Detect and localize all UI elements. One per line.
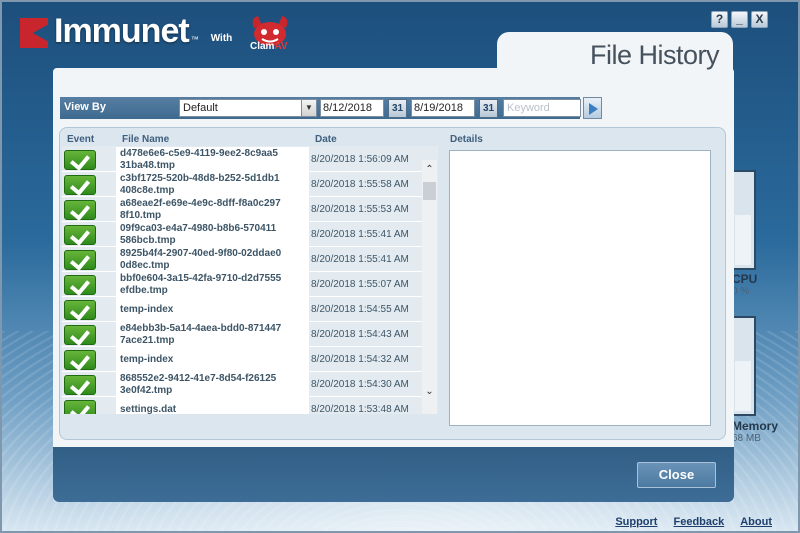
feedback-link[interactable]: Feedback <box>673 516 724 528</box>
list-scrollbar[interactable]: ⌃ ⌄ <box>422 160 437 414</box>
file-name-line-1: e84ebb3b-5a14-4aea-bdd0-871447 <box>120 323 282 334</box>
from-calendar-icon[interactable]: 31 <box>388 99 407 118</box>
table-row[interactable]: 868552e2-9412-41e7-8d54-f26125 3e0f42.tmp… <box>62 372 422 397</box>
view-by-label: View By <box>64 101 106 113</box>
file-name-line-2: 586bcb.tmp <box>120 235 176 246</box>
memory-label: Memory <box>732 419 779 433</box>
checkmark-icon <box>64 225 96 245</box>
file-name-line-1: 8925b4f4-2907-40ed-9f80-02ddae0 <box>120 248 282 259</box>
file-name-line-1: 09f9ca03-e4a7-4980-b8b6-570411 <box>120 223 277 234</box>
clamav-label-av: AV <box>274 41 288 52</box>
view-by-select[interactable]: Default ▼ <box>179 99 317 117</box>
file-name-line-2: 8f10.tmp <box>120 210 162 221</box>
scroll-down-icon[interactable]: ⌄ <box>424 386 435 397</box>
help-button[interactable]: ? <box>711 11 728 28</box>
table-row[interactable]: settings.dat 8/20/2018 1:53:48 AM <box>62 397 422 414</box>
footer-links: Support Feedback About <box>615 516 772 528</box>
file-date: 8/20/2018 1:54:55 AM <box>311 304 409 315</box>
cpu-gauge-fill <box>735 215 751 265</box>
file-name-line-1: 868552e2-9412-41e7-8d54-f26125 <box>120 373 277 384</box>
checkmark-icon <box>64 350 96 370</box>
checkmark-icon <box>64 150 96 170</box>
view-by-value: Default <box>183 102 218 114</box>
dialog-title: File History <box>590 40 720 70</box>
logo-trademark: ™ <box>190 35 199 44</box>
file-date: 8/20/2018 1:54:30 AM <box>311 379 409 390</box>
dialog-footer <box>53 447 734 502</box>
file-name-line-2: 7ace21.tmp <box>120 335 175 346</box>
chevron-down-icon[interactable]: ▼ <box>301 100 316 116</box>
close-button[interactable]: Close <box>637 462 716 488</box>
file-name-line-1: c3bf1725-520b-48d8-b252-5d1db1 <box>120 173 280 184</box>
file-date: 8/20/2018 1:55:07 AM <box>311 279 409 290</box>
checkmark-icon <box>64 375 96 395</box>
file-name-line-1: settings.dat <box>120 404 177 414</box>
scroll-up-icon[interactable]: ⌃ <box>424 164 435 175</box>
file-name-line-1: d478e6e6-c5e9-4119-9ee2-8c9aa5 <box>120 148 278 159</box>
keyword-input[interactable]: Keyword <box>503 99 581 117</box>
column-header-event[interactable]: Event <box>67 134 94 145</box>
memory-value: 68 MB <box>732 433 761 444</box>
file-date: 8/20/2018 1:55:53 AM <box>311 204 409 215</box>
checkmark-icon <box>64 250 96 270</box>
search-go-icon[interactable] <box>583 97 602 119</box>
file-name-line-1: a68eae2f-e69e-4e9c-8dff-f8a0c297 <box>120 198 281 209</box>
file-date: 8/20/2018 1:55:58 AM <box>311 179 409 190</box>
file-date: 8/20/2018 1:53:48 AM <box>311 404 409 414</box>
checkmark-icon <box>64 175 96 195</box>
checkmark-icon <box>64 300 96 320</box>
file-name-line-2: efdbe.tmp <box>120 285 168 296</box>
file-name-line-1: bbf0e604-3a15-42fa-9710-d2d7555 <box>120 273 282 284</box>
file-date: 8/20/2018 1:56:09 AM <box>311 154 409 165</box>
checkmark-icon <box>64 400 96 414</box>
table-row[interactable]: temp-index 8/20/2018 1:54:32 AM <box>62 347 422 372</box>
close-window-button[interactable]: X <box>751 11 768 28</box>
file-date: 8/20/2018 1:55:41 AM <box>311 254 409 265</box>
table-row[interactable]: e84ebb3b-5a14-4aea-bdd0-871447 7ace21.tmp… <box>62 322 422 347</box>
clamav-label: ClamAV <box>250 41 288 52</box>
to-calendar-icon[interactable]: 31 <box>479 99 498 118</box>
file-name-line-1: temp-index <box>120 354 174 365</box>
with-text: With <box>210 33 233 44</box>
checkmark-icon <box>64 275 96 295</box>
immunet-logo-mark <box>20 18 48 48</box>
file-date: 8/20/2018 1:54:32 AM <box>311 354 409 365</box>
file-name-line-2: 0d8ec.tmp <box>120 260 170 271</box>
table-row[interactable]: a68eae2f-e69e-4e9c-8dff-f8a0c297 8f10.tmp… <box>62 197 422 222</box>
table-row[interactable]: d478e6e6-c5e9-4119-9ee2-8c9aa5 31ba48.tmp… <box>62 147 422 172</box>
file-history-list[interactable]: d478e6e6-c5e9-4119-9ee2-8c9aa5 31ba48.tmp… <box>62 146 438 414</box>
clamav-label-clam: Clam <box>250 41 275 52</box>
from-date-input[interactable]: 8/12/2018 <box>320 99 384 117</box>
immunet-logo: Immunet ™ With <box>20 14 232 48</box>
to-date-input[interactable]: 8/19/2018 <box>411 99 475 117</box>
checkmark-icon <box>64 325 96 345</box>
file-name-line-2: 31ba48.tmp <box>120 160 176 171</box>
logo-text: Immunet <box>54 12 190 50</box>
support-link[interactable]: Support <box>615 516 657 528</box>
column-header-date[interactable]: Date <box>315 134 337 145</box>
table-row[interactable]: c3bf1725-520b-48d8-b252-5d1db1 408c8e.tmp… <box>62 172 422 197</box>
file-date: 8/20/2018 1:54:43 AM <box>311 329 409 340</box>
file-name-line-2: 3e0f42.tmp <box>120 385 173 396</box>
table-row[interactable]: bbf0e604-3a15-42fa-9710-d2d7555 efdbe.tmp… <box>62 272 422 297</box>
table-row[interactable]: 8925b4f4-2907-40ed-9f80-02ddae0 0d8ec.tmp… <box>62 247 422 272</box>
cpu-value: 0 % <box>732 286 750 297</box>
window-controls: ? _ X <box>711 11 768 28</box>
details-pane <box>449 150 711 426</box>
file-date: 8/20/2018 1:55:41 AM <box>311 229 409 240</box>
file-name-line-2: 408c8e.tmp <box>120 185 175 196</box>
about-link[interactable]: About <box>740 516 772 528</box>
table-row[interactable]: 09f9ca03-e4a7-4980-b8b6-570411 586bcb.tmp… <box>62 222 422 247</box>
memory-gauge-fill <box>735 361 751 411</box>
column-header-file-name[interactable]: File Name <box>122 134 169 145</box>
column-header-details: Details <box>450 134 483 145</box>
minimize-button[interactable]: _ <box>731 11 748 28</box>
file-name-line-1: temp-index <box>120 304 174 315</box>
cpu-label: CPU <box>732 272 758 286</box>
table-row[interactable]: temp-index 8/20/2018 1:54:55 AM <box>62 297 422 322</box>
scroll-thumb[interactable] <box>423 182 436 200</box>
checkmark-icon <box>64 200 96 220</box>
